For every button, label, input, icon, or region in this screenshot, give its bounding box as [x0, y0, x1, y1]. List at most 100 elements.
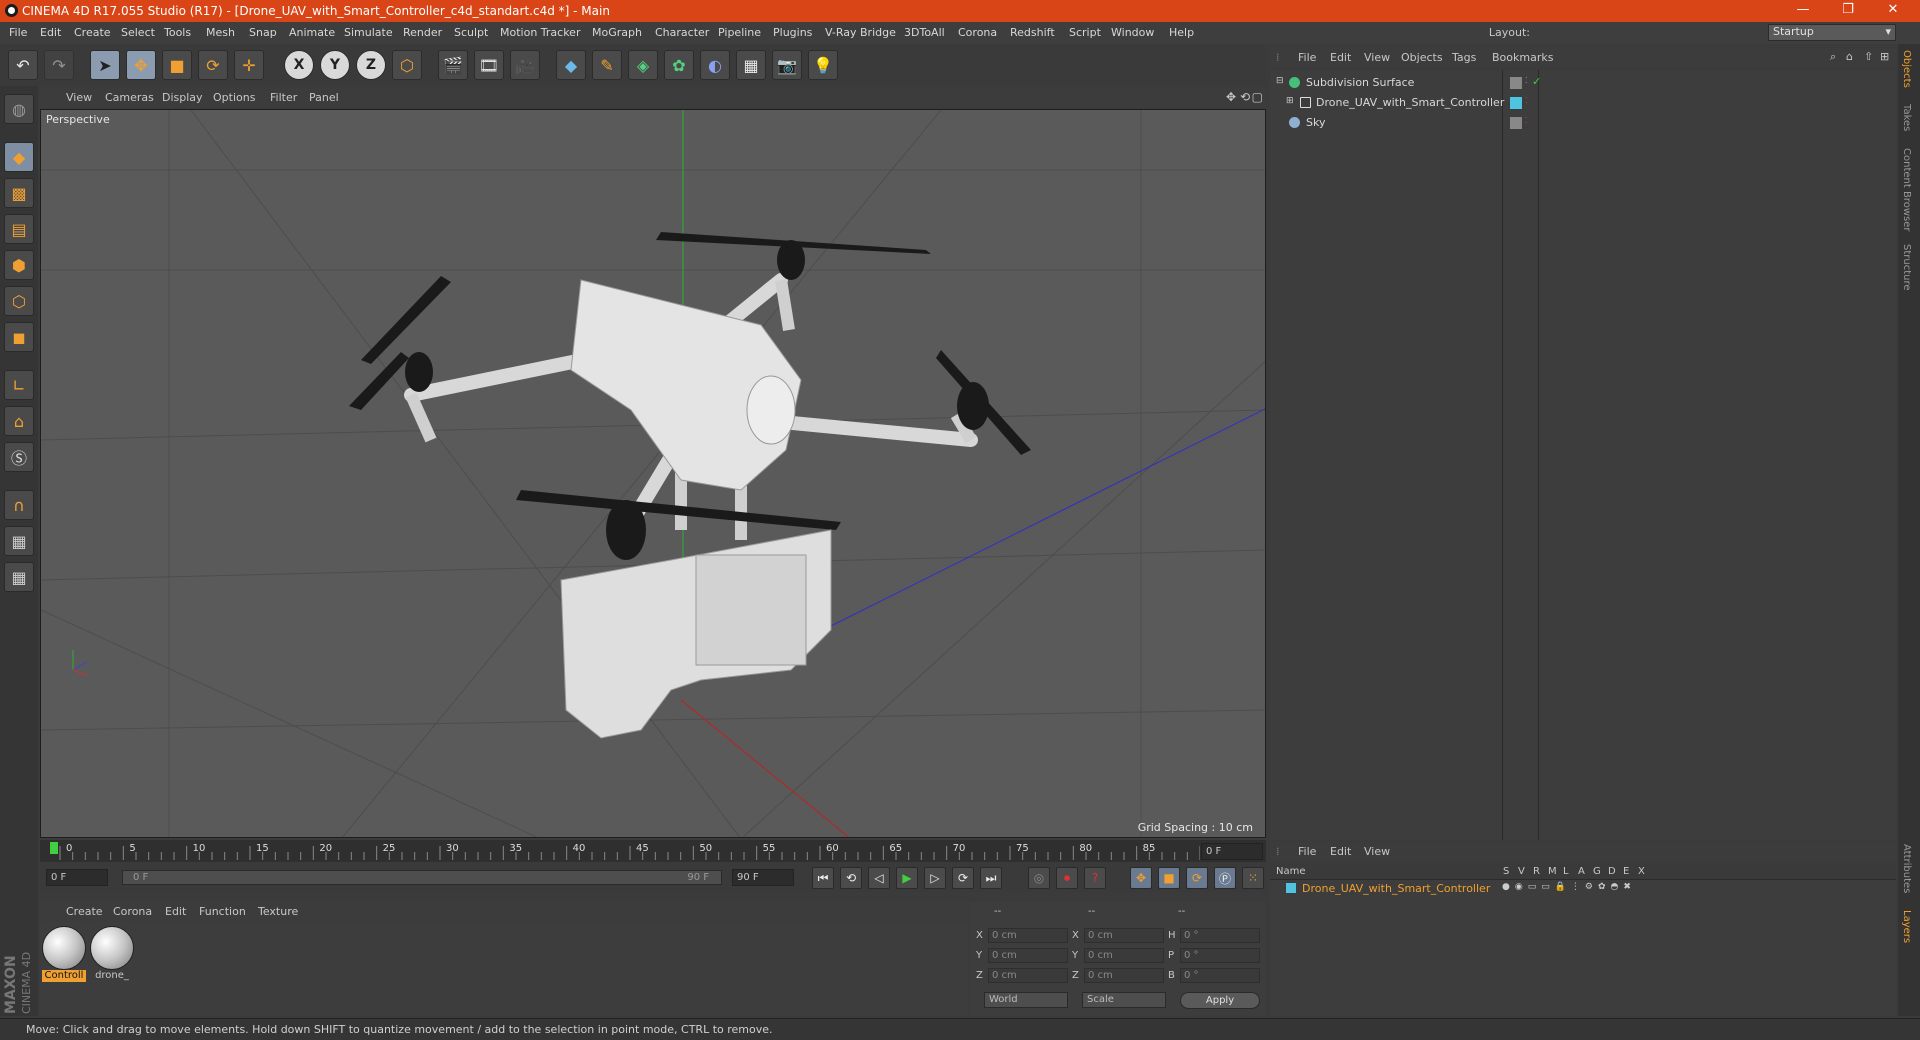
next-key-button[interactable]: ⟳ — [952, 867, 974, 889]
x-axis-toggle[interactable]: X — [284, 50, 314, 80]
om-menu-tags[interactable]: Tags — [1452, 51, 1476, 64]
polygons-mode-button[interactable]: ◼ — [4, 322, 34, 352]
add-deformer-button[interactable]: ◐ — [700, 50, 730, 80]
menu-redshift[interactable]: Redshift — [1010, 26, 1055, 39]
layer-menu-view[interactable]: View — [1364, 845, 1390, 858]
current-frame-field[interactable]: 0 F — [1201, 843, 1263, 860]
om-menu-view[interactable]: View — [1364, 51, 1390, 64]
visibility-dots-icon[interactable]: ⁚ — [1525, 76, 1528, 85]
viewport-menu-filter[interactable]: Filter — [270, 91, 297, 104]
edges-mode-button[interactable]: ⬡ — [4, 286, 34, 316]
layer-menu-file[interactable]: File — [1298, 845, 1316, 858]
menu-tools[interactable]: Tools — [164, 26, 191, 39]
menu-character[interactable]: Character — [655, 26, 709, 39]
viewport-menu-view[interactable]: View — [66, 91, 92, 104]
layer-name[interactable]: Drone_UAV_with_Smart_Controller — [1302, 882, 1490, 895]
search-icon[interactable]: ⌕ — [1830, 50, 1836, 64]
position-z-field[interactable]: 0 cm — [988, 968, 1068, 983]
menu-help[interactable]: Help — [1169, 26, 1194, 39]
position-x-field[interactable]: 0 cm — [988, 928, 1068, 943]
viewport-orbit-icon[interactable]: ⟲ — [1240, 90, 1250, 104]
tab-content-browser[interactable]: Content Browser — [1901, 148, 1912, 231]
menu-snap[interactable]: Snap — [249, 26, 277, 39]
menu-window[interactable]: Window — [1111, 26, 1154, 39]
tab-objects[interactable]: Objects — [1901, 50, 1912, 88]
points-mode-button[interactable]: ⬢ — [4, 250, 34, 280]
menu-edit[interactable]: Edit — [40, 26, 61, 39]
previous-frame-button[interactable]: ◁ — [868, 867, 890, 889]
object-name[interactable]: Sky — [1306, 116, 1325, 129]
size-mode-select[interactable]: Scale — [1082, 992, 1166, 1008]
make-editable-button[interactable]: ◍ — [4, 94, 34, 124]
mat-menu-texture[interactable]: Texture — [258, 905, 298, 918]
om-menu-edit[interactable]: Edit — [1330, 51, 1351, 64]
menu-motion-tracker[interactable]: Motion Tracker — [500, 26, 580, 39]
quantize-button[interactable]: ▦ — [4, 562, 34, 592]
coordinate-system-button[interactable]: ⬡ — [392, 50, 422, 80]
rotation-p-field[interactable]: 0 ° — [1180, 948, 1260, 963]
tab-takes[interactable]: Takes — [1901, 104, 1912, 131]
menu-render[interactable]: Render — [403, 26, 442, 39]
mat-menu-function[interactable]: Function — [199, 905, 246, 918]
size-y-field[interactable]: 0 cm — [1084, 948, 1164, 963]
key-rotation-button[interactable]: ⟳ — [1186, 867, 1208, 889]
object-row[interactable]: ⊟ Subdivision Surface ⁚ ✓ — [1270, 74, 1896, 92]
record-active-button[interactable]: ⏺ — [1056, 867, 1078, 889]
menu-mograph[interactable]: MoGraph — [592, 26, 642, 39]
perspective-viewport[interactable]: Perspective Grid Spacing : 10 cm — [40, 109, 1266, 838]
apply-button[interactable]: Apply — [1180, 992, 1260, 1009]
layout-select[interactable]: Startup ▾ — [1768, 24, 1896, 41]
z-axis-toggle[interactable]: Z — [356, 50, 386, 80]
menu-script[interactable]: Script — [1069, 26, 1101, 39]
menu-corona[interactable]: Corona — [958, 26, 997, 39]
timeline-ruler[interactable]: 051015202530354045505560657075808590 0 F — [40, 840, 1266, 862]
magnet-tool-button[interactable]: ∩ — [4, 490, 34, 520]
menu-select[interactable]: Select — [121, 26, 155, 39]
rotation-b-field[interactable]: 0 ° — [1180, 968, 1260, 983]
go-to-start-button[interactable]: ⏮ — [812, 867, 834, 889]
add-camera-button[interactable]: 📷 — [772, 50, 802, 80]
menu-3dtoall[interactable]: 3DToAll — [904, 26, 945, 39]
add-cube-button[interactable]: ◆ — [556, 50, 586, 80]
frame-range-slider[interactable]: 0 F 90 F — [122, 870, 722, 885]
go-to-end-button[interactable]: ⏭ — [980, 867, 1002, 889]
material-swatch[interactable]: Controll — [42, 926, 86, 982]
lock-workplane-button[interactable]: ▦ — [4, 526, 34, 556]
mat-menu-create[interactable]: Create — [66, 905, 103, 918]
undo-button[interactable]: ↶ — [8, 50, 38, 80]
rotation-h-field[interactable]: 0 ° — [1180, 928, 1260, 943]
scale-tool-button[interactable]: ■ — [162, 50, 192, 80]
mat-menu-corona[interactable]: Corona — [113, 905, 152, 918]
mat-menu-edit[interactable]: Edit — [165, 905, 186, 918]
om-menu-bookmarks[interactable]: Bookmarks — [1492, 51, 1553, 64]
axis-mode-button[interactable]: ∟ — [4, 370, 34, 400]
menu-vray-bridge[interactable]: V-Ray Bridge — [825, 26, 896, 39]
record-keys-disabled-button[interactable]: ◎ — [1028, 867, 1050, 889]
move-tool-button[interactable]: ✥ — [126, 50, 156, 80]
menu-pipeline[interactable]: Pipeline — [718, 26, 761, 39]
restore-button[interactable]: ❐ — [1828, 2, 1868, 17]
key-pla-button[interactable]: ⁙ — [1242, 867, 1264, 889]
visibility-dots-icon[interactable]: ⁚ — [1525, 116, 1528, 125]
menu-plugins[interactable]: Plugins — [773, 26, 812, 39]
max-frame-field[interactable]: 90 F — [732, 869, 794, 886]
menu-create[interactable]: Create — [74, 26, 111, 39]
redo-button[interactable]: ↷ — [44, 50, 74, 80]
rotate-tool-button[interactable]: ⟳ — [198, 50, 228, 80]
menu-sculpt[interactable]: Sculpt — [454, 26, 488, 39]
min-frame-field[interactable]: 0 F — [46, 869, 108, 886]
viewport-menu-options[interactable]: Options — [213, 91, 255, 104]
layer-row[interactable]: Drone_UAV_with_Smart_Controller ●◉▭▭🔒⋮⚙✿… — [1270, 880, 1896, 898]
add-floor-button[interactable]: ▦ — [736, 50, 766, 80]
texture-mode-button[interactable]: ▩ — [4, 178, 34, 208]
key-position-button[interactable]: ✥ — [1130, 867, 1152, 889]
model-mode-button[interactable]: ◆ — [4, 142, 34, 172]
render-settings-button[interactable]: 🎥 — [510, 50, 540, 80]
collapse-icon[interactable]: ⊟ — [1276, 76, 1284, 86]
transform-tool-button[interactable]: ✛ — [234, 50, 264, 80]
menu-simulate[interactable]: Simulate — [344, 26, 393, 39]
material-swatch[interactable]: drone_ — [90, 926, 134, 982]
select-tool-button[interactable]: ➤ — [90, 50, 120, 80]
next-frame-button[interactable]: ▷ — [924, 867, 946, 889]
om-menu-objects[interactable]: Objects — [1401, 51, 1443, 64]
